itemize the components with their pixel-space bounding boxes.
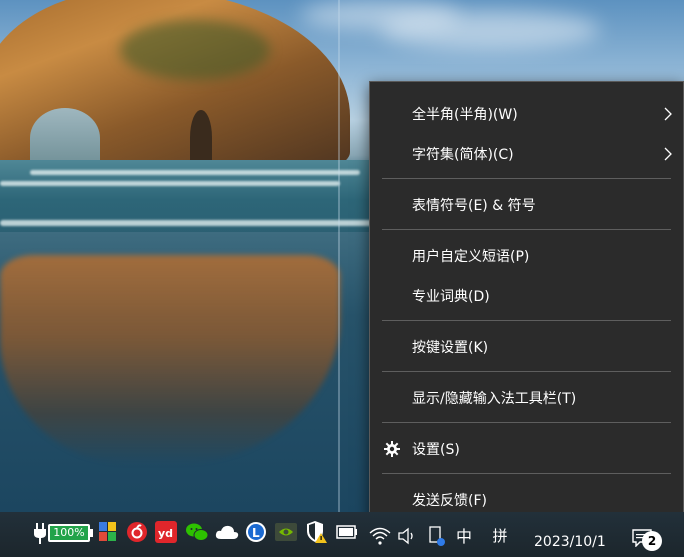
wave — [0, 181, 340, 186]
netease-music-icon[interactable] — [125, 520, 149, 544]
menu-item-key-settings[interactable]: 按键设置(K) — [370, 329, 683, 365]
menu-item-fullwidth-halfwidth[interactable]: 全半角(半角)(W) — [370, 96, 683, 132]
rock-grass — [120, 20, 270, 80]
youdao-dict-icon[interactable]: yd — [154, 520, 178, 544]
battery-percent: 100% — [48, 524, 90, 542]
device-icon[interactable] — [425, 524, 449, 548]
colorful-app-icon[interactable] — [96, 520, 120, 544]
notification-count-badge: 2 — [642, 531, 662, 551]
svg-text:L: L — [252, 526, 260, 540]
chevron-right-icon — [664, 147, 672, 161]
menu-item-user-phrases[interactable]: 用户自定义短语(P) — [370, 238, 683, 274]
menu-item-charset[interactable]: 字符集(简体)(C) — [370, 136, 683, 172]
taskbar-date[interactable]: 2023/10/1 — [534, 534, 606, 550]
menu-item-label: 表情符号(E) & 符号 — [412, 198, 536, 214]
menu-item-label: 显示/隐藏输入法工具栏(T) — [412, 391, 577, 407]
wave — [30, 170, 360, 175]
menu-item-label: 字符集(简体)(C) — [412, 147, 514, 163]
menu-item-settings[interactable]: 设置(S) — [370, 431, 683, 467]
svg-text:yd: yd — [158, 527, 173, 540]
wifi-icon[interactable] — [368, 524, 392, 548]
menu-separator — [382, 371, 671, 372]
nvidia-icon[interactable] — [274, 520, 298, 544]
menu-separator — [382, 178, 671, 179]
ime-context-menu: 全半角(半角)(W) 字符集(简体)(C) 表情符号(E) & 符号 用户自定义… — [369, 81, 684, 527]
cloud-icon[interactable] — [215, 520, 239, 544]
gear-icon — [384, 441, 400, 457]
menu-separator — [382, 320, 671, 321]
volume-icon[interactable] — [395, 524, 419, 548]
menu-separator — [382, 229, 671, 230]
menu-item-label: 设置(S) — [412, 442, 460, 458]
arch-opening — [30, 108, 100, 168]
wave — [0, 220, 380, 226]
arch-opening-small — [190, 110, 212, 165]
ime-layout-icon[interactable]: 拼 — [488, 523, 512, 547]
menu-item-label: 按键设置(K) — [412, 340, 489, 356]
chevron-right-icon — [664, 107, 672, 121]
battery-nub — [90, 529, 93, 537]
menu-item-label: 发送反馈(F) — [412, 493, 487, 509]
taskbar: 100% yd L 中 拼 2023/10/1 2 — [0, 512, 684, 557]
lenovo-l-icon[interactable]: L — [244, 520, 268, 544]
security-shield-icon[interactable] — [305, 520, 329, 544]
battery-status-icon[interactable] — [335, 520, 359, 544]
ime-layout-label: 拼 — [492, 526, 508, 545]
menu-separator — [382, 422, 671, 423]
menu-item-dictionary[interactable]: 专业词典(D) — [370, 278, 683, 314]
menu-item-emoji-symbols[interactable]: 表情符号(E) & 符号 — [370, 187, 683, 223]
menu-separator — [382, 473, 671, 474]
menu-item-label: 用户自定义短语(P) — [412, 249, 530, 265]
menu-item-label: 专业词典(D) — [412, 289, 490, 305]
window-edge-line — [338, 0, 340, 512]
cloud — [300, 0, 460, 30]
ime-mode-icon[interactable]: 中 — [456, 523, 472, 547]
menu-item-label: 全半角(半角)(W) — [412, 107, 518, 123]
menu-item-toggle-toolbar[interactable]: 显示/隐藏输入法工具栏(T) — [370, 380, 683, 416]
wechat-icon[interactable] — [185, 520, 209, 544]
